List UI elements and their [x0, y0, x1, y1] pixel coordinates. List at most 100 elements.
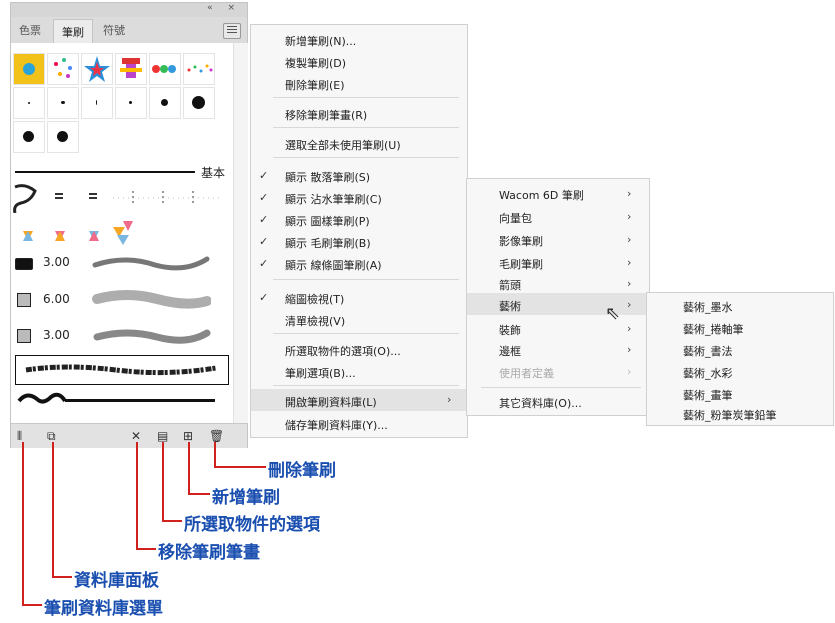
brush-bristle-1[interactable] [91, 251, 211, 275]
brush-thumb-round-7[interactable] [13, 121, 45, 153]
chevron-right-icon: › [627, 256, 632, 269]
art-item-calligraphy[interactable]: 藝術_書法 [683, 343, 733, 359]
callout-line [22, 442, 24, 606]
menu-item-show-calligraphic[interactable]: 顯示 沾水筆筆刷(C) [285, 191, 382, 207]
brush-thumb-scatter-5[interactable] [149, 53, 181, 85]
menu-item-delete[interactable]: 刪除筆刷(E) [285, 77, 345, 93]
bristle-icon-1 [15, 258, 33, 270]
library-item-vector-pack[interactable]: 向量包 [499, 210, 532, 226]
brush-basic-line[interactable] [15, 171, 195, 173]
callout-line [188, 493, 210, 495]
brush-pattern-row-1[interactable] [13, 183, 223, 214]
brush-bristle-2[interactable] [91, 285, 212, 313]
chevron-right-icon: › [627, 233, 632, 246]
brush-thumb-round-8[interactable] [47, 121, 79, 153]
check-icon: ✓ [259, 191, 269, 204]
check-icon: ✓ [259, 257, 269, 270]
library-item-bristle-brushes[interactable]: 毛刷筆刷 [499, 256, 543, 272]
callout-delete-brush: 刪除筆刷 [268, 461, 336, 481]
brush-thumb-scatter-4[interactable] [115, 53, 147, 85]
library-item-artistic[interactable]: 藝術 [499, 298, 521, 314]
brush-pattern-row-2[interactable] [13, 217, 223, 249]
callout-line [214, 442, 216, 468]
brush-thumb-scatter-2[interactable] [47, 53, 79, 85]
check-icon: ✓ [259, 235, 269, 248]
brush-thumb-round-1[interactable] [13, 87, 45, 119]
brush-thumb-scatter-3[interactable] [81, 53, 113, 85]
check-icon: ✓ [259, 169, 269, 182]
menu-separator [273, 157, 459, 158]
menu-item-show-pattern[interactable]: 顯示 圖樣筆刷(P) [285, 213, 370, 229]
remove-stroke-icon[interactable]: ✕ [131, 429, 141, 443]
brush-thumb-round-3[interactable] [81, 87, 113, 119]
brush-thumb-round-5[interactable] [149, 87, 181, 119]
art-item-scroll-pen[interactable]: 藝術_捲軸筆 [683, 321, 744, 337]
menu-item-show-art[interactable]: 顯示 線條圖筆刷(A) [285, 257, 382, 273]
basic-brush-label: 基本 [201, 166, 226, 180]
callout-selected-options: 所選取物件的選項 [184, 515, 320, 535]
library-item-arrows[interactable]: 箭頭 [499, 277, 521, 293]
library-item-wacom[interactable]: Wacom 6D 筆刷 [499, 187, 584, 203]
menu-separator [273, 333, 459, 334]
menu-item-remove-stroke[interactable]: 移除筆刷筆畫(R) [285, 107, 367, 123]
artistic-submenu: 藝術_墨水 藝術_捲軸筆 藝術_書法 藝術_水彩 藝術_畫筆 藝術_粉筆炭筆鉛筆 [646, 292, 834, 426]
chevron-right-icon: › [627, 365, 632, 378]
art-item-watercolor[interactable]: 藝術_水彩 [683, 365, 733, 381]
callout-new-brush: 新增筆刷 [212, 488, 280, 508]
chevron-right-icon: › [627, 277, 632, 290]
brush-art-charcoal-selected[interactable] [15, 355, 229, 385]
art-item-paintbrush[interactable]: 藝術_畫筆 [683, 387, 733, 403]
callout-line [52, 576, 72, 578]
callout-line [136, 548, 156, 550]
brush-thumb-scatter-1[interactable] [13, 53, 45, 85]
callout-line [214, 466, 266, 468]
new-brush-icon[interactable]: ⊞ [183, 429, 193, 443]
options-icon[interactable]: ▤ [157, 429, 168, 443]
panel-scrollbar[interactable] [233, 43, 248, 423]
panel-menu-button[interactable] [223, 23, 241, 39]
menu-item-show-scatter[interactable]: 顯示 散落筆刷(S) [285, 169, 370, 185]
menu-item-new-brush[interactable]: 新增筆刷(N)... [285, 33, 356, 49]
menu-item-list-view[interactable]: 清單檢視(V) [285, 313, 345, 329]
library-item-image-brushes[interactable]: 影像筆刷 [499, 233, 543, 249]
bristle-size-2: 6.00 [43, 292, 70, 306]
menu-item-thumbnail-view[interactable]: 縮圖檢視(T) [285, 291, 344, 307]
panel-bottom-toolbar: ⫴ ⧉ ✕ ▤ ⊞ 🗑 [11, 423, 247, 448]
brush-list: 基本 3.00 6.00 3.00 [11, 43, 233, 423]
chevron-right-icon: › [627, 343, 632, 356]
brush-thumb-scatter-6[interactable] [183, 53, 215, 85]
panel-window-controls[interactable]: « × [207, 3, 241, 13]
brush-thumb-round-6[interactable] [183, 87, 215, 119]
menu-separator [273, 97, 459, 98]
brushes-panel-menu: 新增筆刷(N)... 複製筆刷(D) 刪除筆刷(E) 移除筆刷筆畫(R) 選取全… [250, 24, 468, 438]
library-item-decorative[interactable]: 裝飾 [499, 322, 521, 338]
callout-library-panel: 資料庫面板 [74, 571, 159, 591]
menu-separator [273, 385, 459, 386]
tab-symbols[interactable]: 符號 [103, 22, 125, 38]
library-item-borders[interactable]: 邊框 [499, 343, 521, 359]
chevron-right-icon: › [447, 393, 452, 406]
menu-item-duplicate[interactable]: 複製筆刷(D) [285, 55, 346, 71]
menu-item-brush-options[interactable]: 筆刷選項(B)... [285, 365, 356, 381]
chevron-right-icon: › [627, 187, 632, 200]
brush-thumb-round-2[interactable] [47, 87, 79, 119]
panel-title-bar: « × [11, 3, 247, 17]
bristle-size-1: 3.00 [43, 255, 70, 269]
tab-swatches[interactable]: 色票 [19, 22, 41, 38]
brush-art-ornament[interactable] [15, 387, 227, 413]
menu-item-save-library[interactable]: 儲存筆刷資料庫(Y)... [285, 417, 388, 433]
tab-brushes[interactable]: 筆刷 [53, 19, 93, 46]
brush-thumb-round-4[interactable] [115, 87, 147, 119]
art-item-ink[interactable]: 藝術_墨水 [683, 299, 733, 315]
bristle-size-3: 3.00 [43, 328, 70, 342]
trash-icon[interactable]: 🗑 [209, 429, 224, 443]
menu-item-selected-options[interactable]: 所選取物件的選項(O)... [285, 343, 401, 359]
library-item-other[interactable]: 其它資料庫(O)... [499, 395, 582, 411]
panel-tab-bar: 色票 筆刷 符號 [11, 17, 247, 46]
menu-item-select-unused[interactable]: 選取全部未使用筆刷(U) [285, 137, 401, 153]
menu-item-open-library[interactable]: 開啟筆刷資料庫(L) [285, 394, 377, 410]
brush-bristle-3[interactable] [91, 321, 211, 349]
menu-separator [273, 279, 459, 280]
menu-item-show-bristle[interactable]: 顯示 毛刷筆刷(B) [285, 235, 371, 251]
art-item-chalk-charcoal[interactable]: 藝術_粉筆炭筆鉛筆 [683, 407, 777, 423]
